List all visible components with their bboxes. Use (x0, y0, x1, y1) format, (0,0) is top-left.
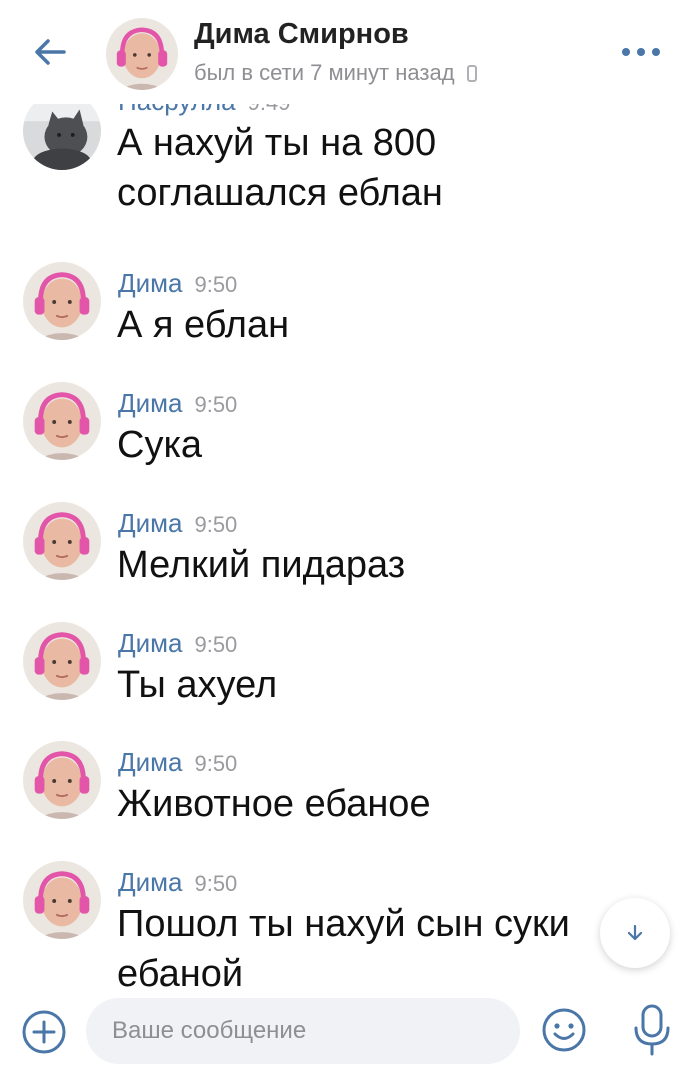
mobile-phone-icon (466, 64, 477, 82)
sender-name[interactable]: Дима (118, 628, 182, 658)
message-text: Сука (117, 424, 203, 466)
message-text: А я еблан (117, 304, 290, 346)
user-avatar[interactable] (23, 622, 101, 700)
plus-icon[interactable] (20, 1008, 68, 1056)
sender-name[interactable]: Дима (118, 268, 182, 298)
message-meta: Дима 9:50 (118, 388, 237, 419)
message-list[interactable]: Насрулла 9:49 А нахуй ты на 800 соглашалс… (0, 104, 695, 990)
user-avatar[interactable] (23, 502, 101, 580)
sender-name[interactable]: Дима (118, 388, 182, 418)
message-text: Ты ахуел (117, 664, 278, 706)
message-meta: Дима 9:50 (118, 867, 237, 898)
message-meta: Дима 9:50 (118, 508, 237, 539)
page-title[interactable]: Дима Смирнов (194, 18, 409, 51)
sender-name[interactable]: Насрулла (118, 104, 236, 116)
message-time: 9:50 (194, 272, 238, 297)
sender-name[interactable]: Дима (118, 867, 182, 897)
message-time: 9:50 (194, 751, 238, 776)
message-time: 9:50 (194, 512, 238, 537)
scroll-down-button[interactable] (600, 898, 670, 968)
message-meta: Дима 9:50 (118, 628, 237, 659)
sender-name[interactable]: Дима (118, 747, 182, 777)
message-text: Мелкий пидараз (117, 544, 406, 586)
status-text: был в сети 7 минут назад (194, 60, 455, 85)
message-input[interactable] (86, 998, 520, 1064)
cat-avatar[interactable] (23, 104, 101, 170)
message-meta: Дима 9:50 (118, 747, 237, 778)
message-time: 9:50 (194, 871, 238, 896)
back-arrow-icon[interactable] (28, 30, 72, 74)
user-avatar[interactable] (23, 861, 101, 939)
message-meta: Насрулла 9:49 (118, 104, 290, 117)
message-time: 9:50 (194, 392, 238, 417)
chat-header: Дима Смирнов был в сети 7 минут назад (0, 0, 695, 104)
user-avatar[interactable] (23, 262, 101, 340)
message-text: А нахуй ты на 800 соглашался еблан (117, 122, 443, 214)
emoji-icon[interactable] (540, 1006, 588, 1054)
microphone-icon[interactable] (630, 1002, 674, 1058)
user-avatar[interactable] (23, 741, 101, 819)
message-text: Пошол ты нахуй сын суки ебаной (117, 903, 570, 990)
online-status: был в сети 7 минут назад (194, 60, 477, 86)
message-text: Животное ебаное (117, 783, 431, 825)
avatar[interactable] (106, 18, 178, 90)
more-options-icon[interactable] (616, 38, 666, 66)
message-time: 9:49 (248, 104, 291, 115)
message-time: 9:50 (194, 632, 238, 657)
message-composer (0, 990, 695, 1080)
message-meta: Дима 9:50 (118, 268, 237, 299)
user-avatar[interactable] (23, 382, 101, 460)
arrow-down-icon (627, 924, 643, 941)
sender-name[interactable]: Дима (118, 508, 182, 538)
